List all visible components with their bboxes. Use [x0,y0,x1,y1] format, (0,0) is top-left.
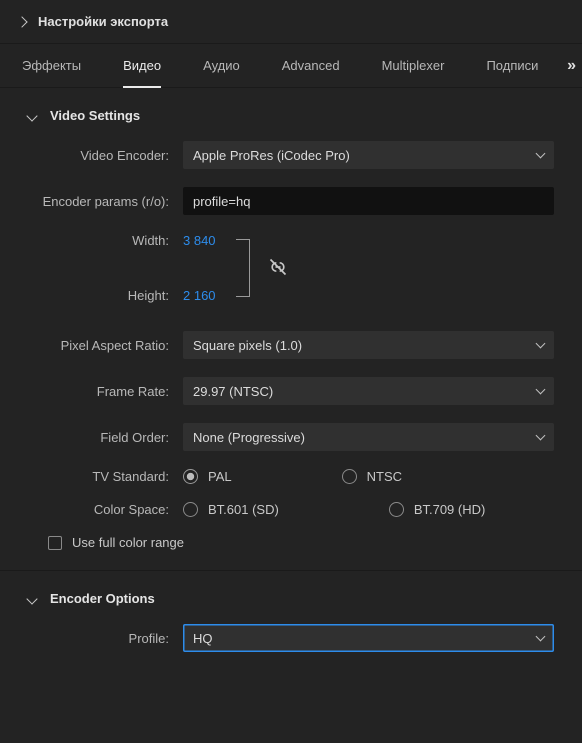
encoder-options-title: Encoder Options [50,591,155,606]
tvstd-ntsc-label: NTSC [367,469,402,484]
height-label: Height: [28,288,169,303]
fullrange-checkbox-row[interactable]: Use full color range [48,535,554,550]
tab-video[interactable]: Видео [123,44,161,87]
par-value: Square pixels (1.0) [193,338,302,353]
radio-icon [183,469,198,484]
chevron-right-icon [16,16,27,27]
cspace-bt709-label: BT.709 (HD) [414,502,486,517]
video-settings-section: Video Settings Video Encoder: Apple ProR… [0,88,582,571]
encoder-options-toggle[interactable]: Encoder Options [28,591,554,606]
video-settings-title: Video Settings [50,108,140,123]
encoder-params-value: profile=hq [193,194,250,209]
height-value[interactable]: 2 160 [183,288,216,303]
unlink-icon[interactable] [268,257,288,280]
tabs-overflow-icon[interactable]: » [567,57,576,75]
cspace-label: Color Space: [28,502,183,517]
cspace-bt601-radio[interactable]: BT.601 (SD) [183,502,279,517]
fps-select[interactable]: 29.97 (NTSC) [183,377,554,405]
fps-value: 29.97 (NTSC) [193,384,273,399]
chevron-down-icon [26,593,37,604]
field-select[interactable]: None (Progressive) [183,423,554,451]
radio-icon [389,502,404,517]
tvstd-ntsc-radio[interactable]: NTSC [342,469,402,484]
radio-icon [183,502,198,517]
encoder-label: Video Encoder: [28,148,183,163]
width-value[interactable]: 3 840 [183,233,216,248]
export-settings-header[interactable]: Настройки экспорта [0,0,582,44]
field-value: None (Progressive) [193,430,305,445]
tvstd-pal-label: PAL [208,469,232,484]
link-bracket [236,239,250,297]
video-encoder-value: Apple ProRes (iCodec Pro) [193,148,350,163]
encoder-params-label: Encoder params (r/o): [28,194,183,209]
profile-select[interactable]: HQ [183,624,554,652]
profile-label: Profile: [28,631,183,646]
tvstd-label: TV Standard: [28,469,183,484]
field-label: Field Order: [28,430,183,445]
settings-tabs: Эффекты Видео Аудио Advanced Multiplexer… [0,44,582,88]
encoder-params-input[interactable]: profile=hq [183,187,554,215]
radio-icon [342,469,357,484]
tab-effects[interactable]: Эффекты [22,44,81,87]
tvstd-pal-radio[interactable]: PAL [183,469,232,484]
profile-value: HQ [193,631,213,646]
tab-advanced[interactable]: Advanced [282,44,340,87]
cspace-bt601-label: BT.601 (SD) [208,502,279,517]
tab-audio[interactable]: Аудио [203,44,240,87]
width-label: Width: [28,233,169,248]
header-title: Настройки экспорта [38,14,168,29]
checkbox-icon [48,536,62,550]
fullrange-label: Use full color range [72,535,184,550]
video-settings-toggle[interactable]: Video Settings [28,108,554,123]
par-label: Pixel Aspect Ratio: [28,338,183,353]
encoder-options-section: Encoder Options Profile: HQ [0,571,582,680]
par-select[interactable]: Square pixels (1.0) [183,331,554,359]
tab-captions[interactable]: Подписи [486,44,538,87]
fps-label: Frame Rate: [28,384,183,399]
video-encoder-select[interactable]: Apple ProRes (iCodec Pro) [183,141,554,169]
tab-multiplexer[interactable]: Multiplexer [382,44,445,87]
chevron-down-icon [26,110,37,121]
cspace-bt709-radio[interactable]: BT.709 (HD) [389,502,486,517]
